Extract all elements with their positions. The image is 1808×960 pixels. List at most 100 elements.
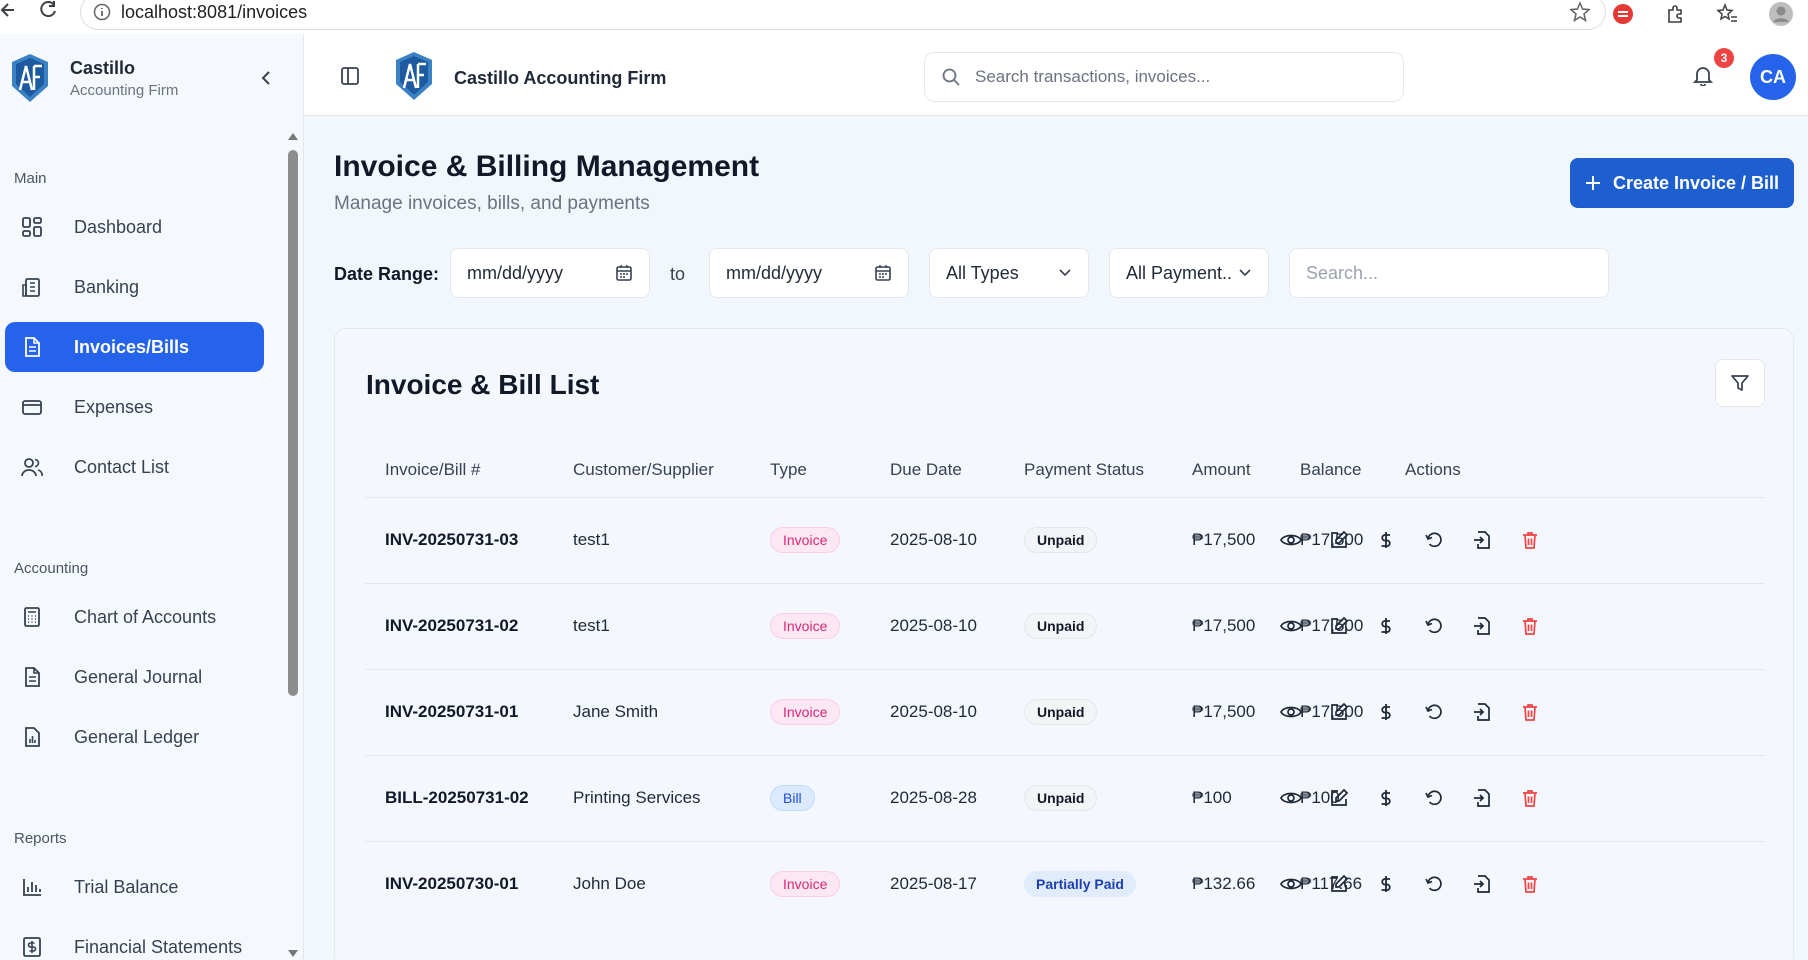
amount: ₱17,500 [1192,616,1256,635]
record-payment-icon[interactable] [1374,786,1398,810]
calendar-icon[interactable] [874,264,892,282]
amount: ₱132.66 [1192,874,1256,893]
record-payment-icon[interactable] [1374,528,1398,552]
history-icon[interactable] [1422,786,1446,810]
record-payment-icon[interactable] [1374,872,1398,896]
calendar-icon[interactable] [615,264,633,282]
delete-icon[interactable] [1518,786,1542,810]
edit-icon[interactable] [1327,786,1351,810]
history-icon[interactable] [1422,614,1446,638]
view-icon[interactable] [1279,872,1303,896]
extensions-puzzle-icon[interactable] [1664,3,1686,25]
list-search-input[interactable]: Search... [1289,248,1609,298]
global-search-input[interactable] [975,67,1375,87]
app-title: Castillo Accounting Firm [454,68,667,88]
table-row[interactable]: INV-20250730-01 John Doe Invoice 2025-08-17… [365,841,1765,927]
history-icon[interactable] [1422,700,1446,724]
table-row[interactable]: INV-20250731-03 test1 Invoice 2025-08-10 Unp… [365,497,1765,583]
dashboard-icon [19,214,45,240]
amount: ₱17,500 [1192,530,1256,549]
edit-icon[interactable] [1327,528,1351,552]
table-row[interactable]: INV-20250731-02 test1 Invoice 2025-08-10 Unp… [365,583,1765,669]
delete-icon[interactable] [1518,872,1542,896]
view-icon[interactable] [1279,614,1303,638]
ledger-icon [19,724,45,750]
page-subtitle: Manage invoices, bills, and payments [334,193,650,214]
column-header-amount[interactable]: Amount [1192,460,1251,480]
sidebar-item-trial-balance[interactable]: Trial Balance [5,862,264,912]
payment-status-badge: Partially Paid [1024,871,1136,897]
view-icon[interactable] [1279,786,1303,810]
brand[interactable]: Castillo Accounting Firm [10,52,178,104]
payment-status-select[interactable]: All Payment.. [1109,248,1269,298]
sidebar-item-label: General Journal [74,666,203,687]
sidebar-item-general-journal[interactable]: General Journal [5,652,264,702]
record-payment-icon[interactable] [1374,700,1398,724]
sidebar-item-banking[interactable]: Banking [5,262,264,312]
edit-icon[interactable] [1327,700,1351,724]
column-header-due-date[interactable]: Due Date [890,460,962,480]
edit-icon[interactable] [1327,614,1351,638]
notification-bell-icon[interactable] [1692,64,1714,86]
sidebar-item-financial-statements[interactable]: Financial Statements [5,922,264,960]
sidebar: Castillo Accounting Firm Main Dashboard … [0,34,304,960]
column-header-payment-status[interactable]: Payment Status [1024,460,1144,480]
export-icon[interactable] [1470,786,1494,810]
user-avatar[interactable]: CA [1750,54,1796,100]
sidebar-item-label: Dashboard [74,216,163,237]
export-icon[interactable] [1470,700,1494,724]
sidebar-scroll-thumb[interactable] [288,150,298,696]
sidebar-item-label: Expenses [74,396,154,417]
sidebar-item-general-ledger[interactable]: General Ledger [5,712,264,762]
extension-badge-icon[interactable] [1612,3,1634,25]
type-badge: Invoice [770,699,841,725]
bookmarks-icon[interactable] [1716,3,1738,25]
type-badge: Bill [770,785,815,811]
export-icon[interactable] [1470,528,1494,552]
reload-icon[interactable] [34,0,62,24]
profile-icon[interactable] [1768,1,1794,27]
view-icon[interactable] [1279,700,1303,724]
sidebar-item-dashboard[interactable]: Dashboard [5,202,264,252]
type-select[interactable]: All Types [929,248,1089,298]
toggle-sidebar-icon[interactable] [340,66,360,86]
date-to-placeholder: mm/dd/yyyy [726,262,823,283]
history-icon[interactable] [1422,528,1446,552]
table-row[interactable]: BILL-20250731-02 Printing Services Bill 202… [365,755,1765,841]
delete-icon[interactable] [1518,528,1542,552]
export-icon[interactable] [1470,614,1494,638]
url-text[interactable]: localhost:8081/invoices [121,2,307,23]
address-bar[interactable]: localhost:8081/invoices [80,0,1606,30]
payment-status-badge: Unpaid [1024,613,1098,639]
column-header-type[interactable]: Type [770,460,807,480]
delete-icon[interactable] [1518,614,1542,638]
sidebar-item-expenses[interactable]: Expenses [5,382,264,432]
column-header-party[interactable]: Customer/Supplier [573,460,714,480]
back-icon[interactable] [0,0,20,24]
sidebar-item-contact-list[interactable]: Contact List [5,442,264,492]
history-icon[interactable] [1422,872,1446,896]
date-to-field[interactable]: mm/dd/yyyy [709,248,909,298]
notification-count-badge: 3 [1714,48,1734,68]
column-header-balance[interactable]: Balance [1300,460,1361,480]
record-payment-icon[interactable] [1374,614,1398,638]
create-invoice-bill-button[interactable]: Create Invoice / Bill [1570,158,1794,208]
sidebar-item-invoices-bills[interactable]: Invoices/Bills [5,322,264,372]
date-from-field[interactable]: mm/dd/yyyy [450,248,650,298]
table-row[interactable]: INV-20250731-01 Jane Smith Invoice 2025-08-… [365,669,1765,755]
filter-button[interactable] [1715,359,1765,407]
star-icon[interactable] [1569,1,1591,23]
view-icon[interactable] [1279,528,1303,552]
customer-supplier: test1 [573,530,610,549]
info-icon[interactable] [93,3,111,21]
column-header-number[interactable]: Invoice/Bill # [385,460,480,480]
delete-icon[interactable] [1518,700,1542,724]
collapse-sidebar-icon[interactable] [256,68,276,88]
export-icon[interactable] [1470,872,1494,896]
edit-icon[interactable] [1327,872,1351,896]
global-search[interactable] [924,52,1404,102]
list-search-placeholder: Search... [1306,262,1379,283]
brand-name: Castillo [70,57,136,78]
due-date: 2025-08-10 [890,702,977,721]
sidebar-item-chart-of-accounts[interactable]: Chart of Accounts [5,592,264,642]
